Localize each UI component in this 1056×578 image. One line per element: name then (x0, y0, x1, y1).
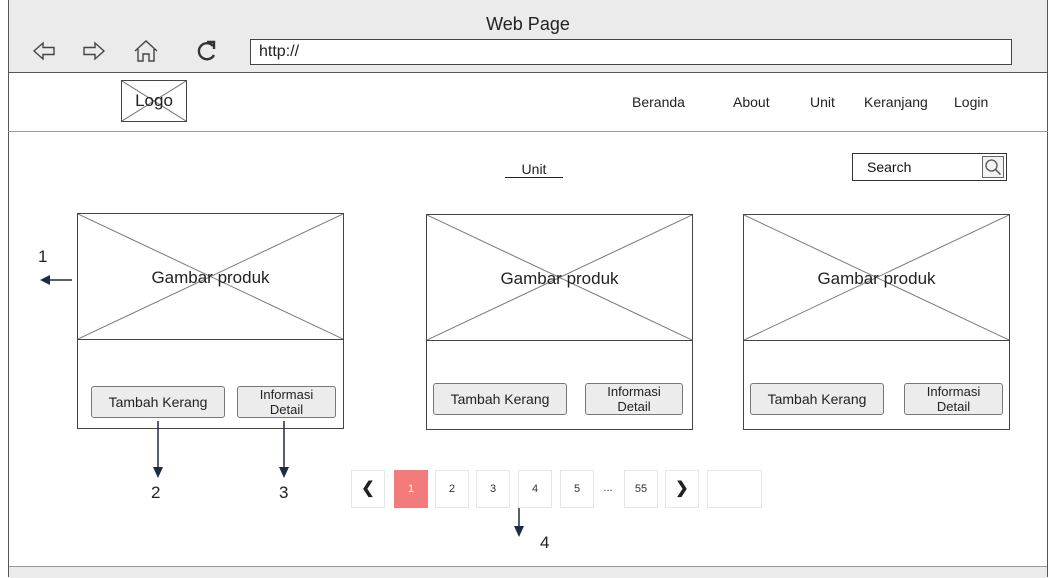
pagination-page-3[interactable]: 3 (476, 470, 510, 508)
annotation-2: 2 (151, 483, 161, 502)
footer-bar (9, 566, 1047, 578)
pagination-page-4[interactable]: 4 (518, 470, 552, 508)
annotation-3: 3 (279, 483, 289, 502)
pagination-page-5[interactable]: 5 (560, 470, 594, 508)
chevron-right-icon: ❯ (675, 480, 689, 497)
pagination-next-button[interactable]: ❯ (665, 470, 699, 508)
pagination-page-1[interactable]: 1 (394, 470, 428, 508)
annotation-1: 1 (38, 247, 48, 266)
pagination-prev-button[interactable]: ❮ (351, 470, 385, 508)
annotation-4: 4 (540, 533, 550, 552)
pagination-page-last[interactable]: 55 (624, 470, 658, 508)
pagination-ellipsis: ... (603, 482, 613, 494)
pagination-page-2[interactable]: 2 (435, 470, 469, 508)
pagination-blank-box (707, 470, 762, 508)
